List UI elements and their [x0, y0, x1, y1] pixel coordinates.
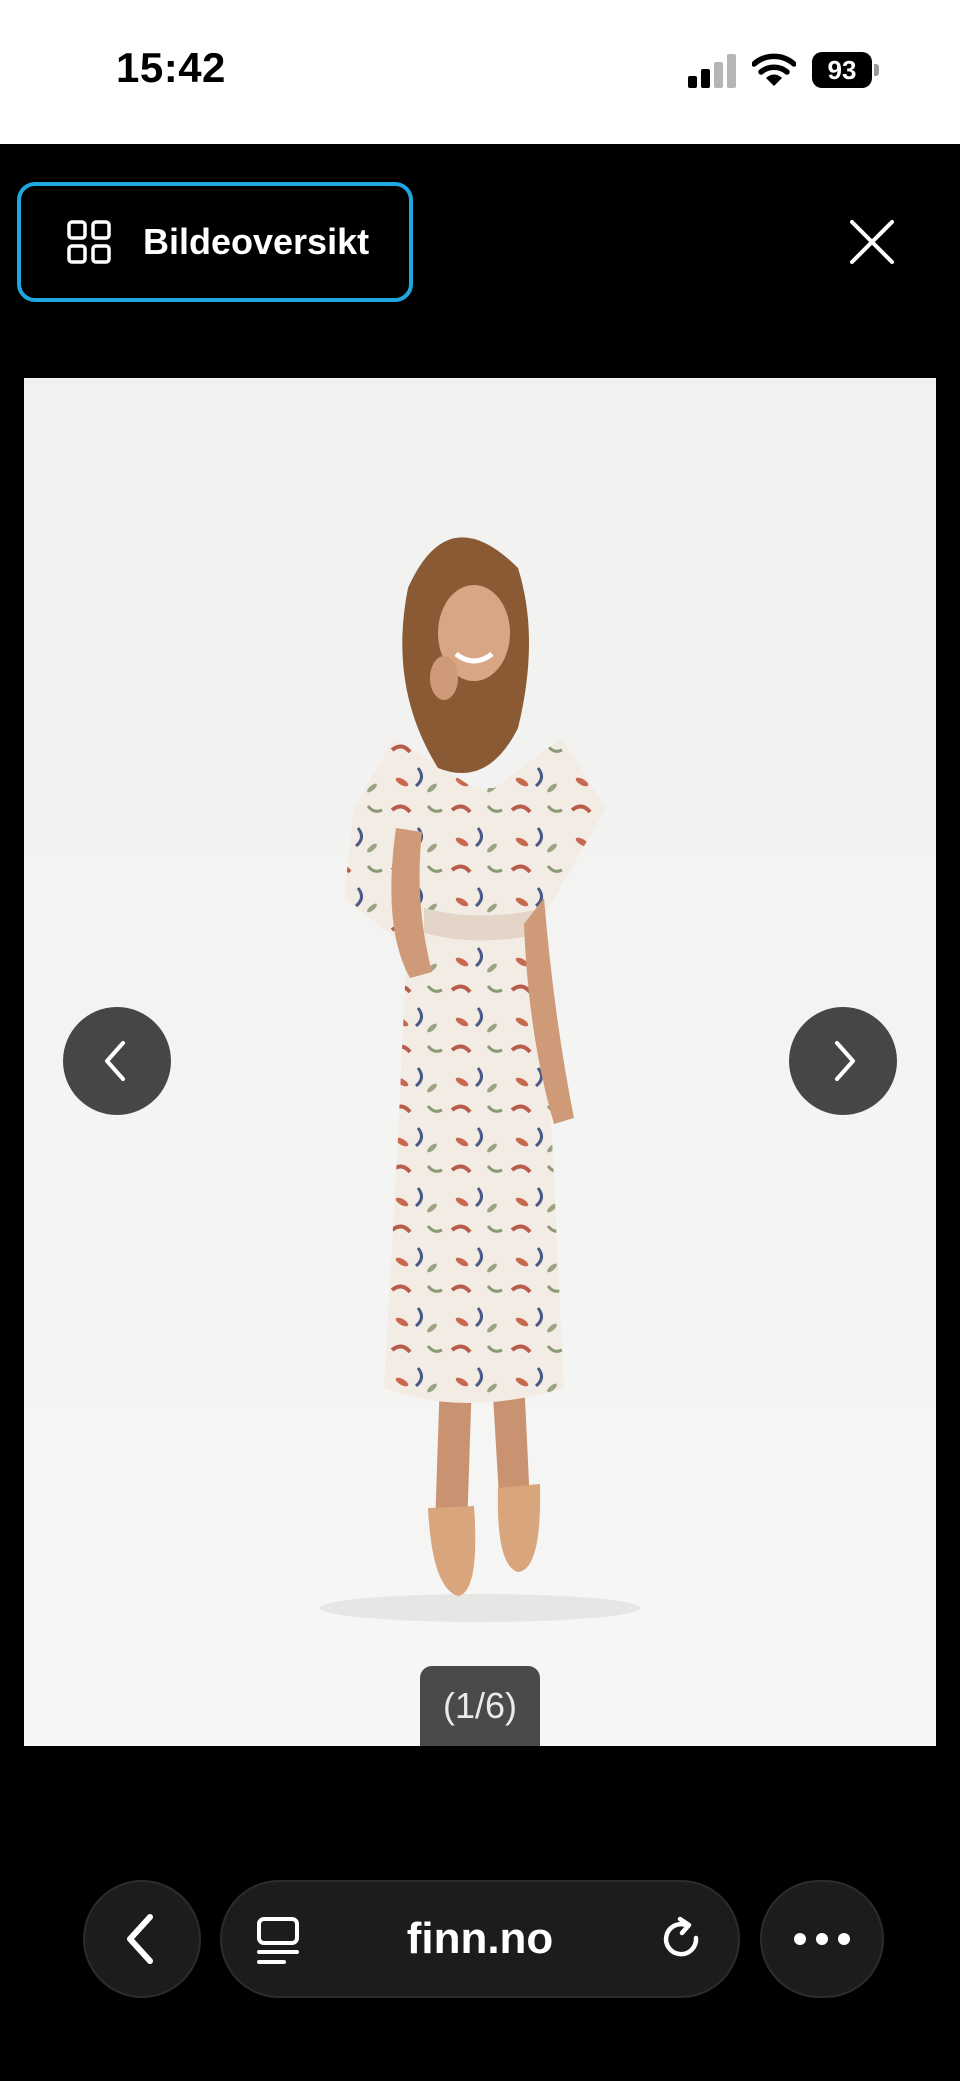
chevron-left-icon: [105, 1041, 125, 1081]
browser-address-bar[interactable]: finn.no: [220, 1880, 740, 1998]
signal-icon: [688, 54, 736, 88]
image-overview-label: Bildeoversikt: [143, 221, 370, 262]
previous-image-button[interactable]: [63, 1007, 171, 1115]
status-bar: 15:42 93: [0, 0, 960, 144]
browser-back-button[interactable]: [83, 1880, 201, 1998]
battery-tip: [874, 64, 879, 76]
grid-icon: [67, 220, 111, 264]
status-time: 15:42: [116, 44, 226, 91]
browser-toolbar: finn.no: [0, 1860, 960, 2020]
back-icon: [127, 1914, 153, 1964]
image-overview-button[interactable]: Bildeoversikt: [17, 182, 413, 302]
close-icon[interactable]: [842, 212, 902, 272]
chevron-right-icon: [835, 1041, 855, 1081]
more-icon: [794, 1933, 850, 1945]
browser-url: finn.no: [406, 1914, 554, 1963]
next-image-button[interactable]: [789, 1007, 897, 1115]
battery-icon: 93: [812, 52, 872, 88]
battery-level: 93: [827, 54, 857, 85]
reload-icon[interactable]: [658, 1916, 706, 1964]
tabs-icon: [257, 1917, 299, 1964]
browser-more-button[interactable]: [760, 1880, 884, 1998]
image-counter: (1/6): [420, 1666, 540, 1746]
wifi-icon: [752, 53, 796, 86]
